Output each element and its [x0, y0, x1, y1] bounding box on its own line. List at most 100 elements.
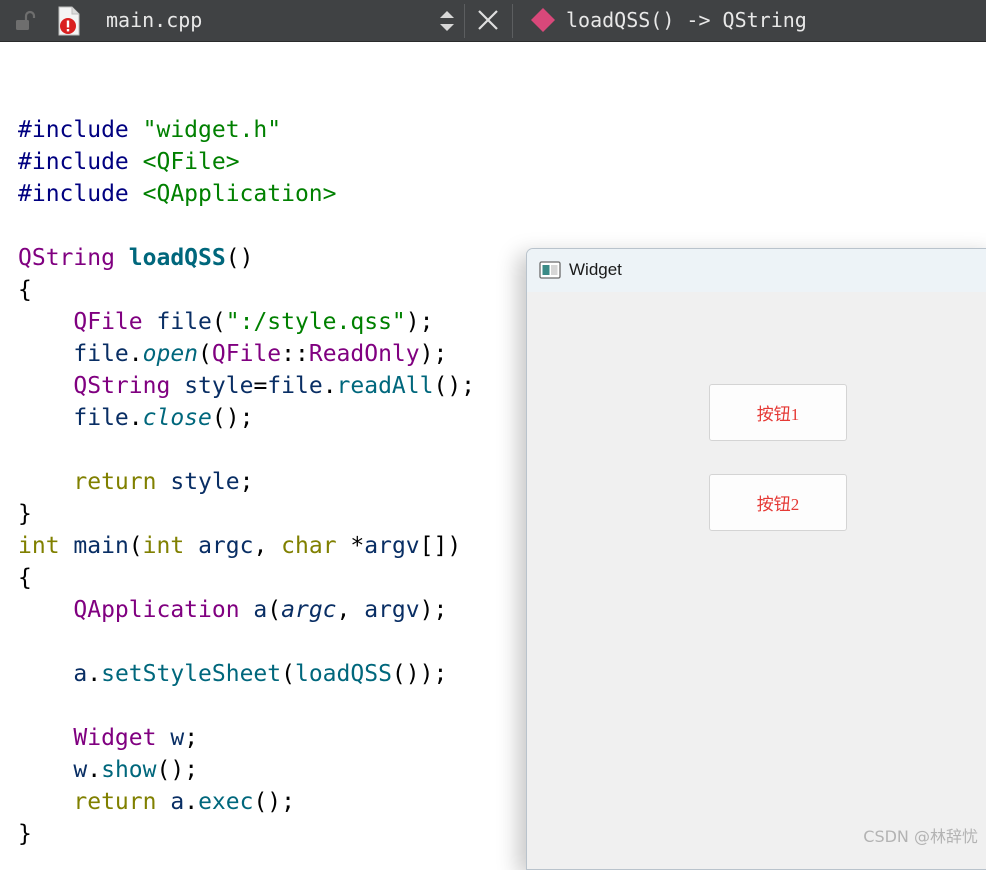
code-line: ​: [18, 690, 475, 722]
code-token: .: [128, 405, 143, 431]
close-icon[interactable]: [477, 9, 499, 31]
code-token: show: [101, 757, 157, 783]
code-token: char: [281, 533, 337, 559]
code-token: ();: [211, 405, 254, 431]
code-line: w.show();: [18, 754, 475, 786]
button-2[interactable]: 按钮2: [709, 474, 847, 531]
code-token: *: [336, 533, 365, 559]
code-token: return: [73, 789, 157, 815]
code-token: open: [142, 341, 199, 367]
code-token: QFile: [73, 309, 143, 335]
code-line: file.close();: [18, 402, 475, 434]
code-token: .: [87, 757, 102, 783]
code-line: Widget w;: [18, 722, 475, 754]
code-token: a: [253, 597, 268, 623]
code-token: (: [211, 309, 226, 335]
code-token: argv: [364, 597, 420, 623]
code-token: ();: [156, 757, 199, 783]
code-token: file: [156, 309, 212, 335]
code-token: #include: [18, 149, 143, 175]
watermark: CSDN @林辞忧: [863, 827, 978, 846]
code-token: file: [73, 405, 129, 431]
code-token: loadQSS: [128, 245, 226, 271]
code-token: exec: [198, 789, 254, 815]
code-line: file.open(QFile::ReadOnly);: [18, 338, 475, 370]
code-token: readAll: [336, 373, 434, 399]
code-token: (: [281, 661, 295, 687]
code-token: .: [322, 373, 337, 399]
code-token: }: [18, 501, 32, 527]
code-line: #include <QFile>: [18, 146, 475, 178]
code-token: loadQSS: [294, 661, 392, 687]
code-token: <QApplication>: [142, 181, 337, 207]
code-line: QFile file(":/style.qss");: [18, 306, 475, 338]
code-token: file: [73, 341, 129, 367]
code-token: ,: [253, 533, 282, 559]
code-token: ":/style.qss": [225, 309, 406, 335]
code-token: a: [170, 789, 185, 815]
code-token: style: [170, 469, 240, 495]
button-1[interactable]: 按钮1: [709, 384, 847, 441]
code-line: ​: [18, 210, 475, 242]
code-token: );: [419, 341, 448, 367]
toolbar-separator: [464, 4, 465, 38]
code-token: ();: [253, 789, 295, 815]
code-token: ReadOnly: [308, 341, 420, 367]
code-token: QString: [18, 245, 115, 271]
code-token: a: [73, 661, 88, 687]
code-token: QString: [73, 373, 171, 399]
code-token: (: [128, 533, 143, 559]
code-line: #include <QApplication>: [18, 178, 475, 210]
updown-arrows-icon[interactable]: [438, 8, 456, 34]
code-token: #include: [18, 181, 143, 207]
code-token: ());: [391, 661, 448, 687]
code-editor[interactable]: ​#include "widget.h"#include <QFile>#inc…: [18, 82, 475, 850]
code-token: {: [18, 277, 32, 303]
app-window-icon: [539, 261, 561, 279]
code-token: QApplication: [73, 597, 240, 623]
code-line: QString loadQSS(): [18, 242, 475, 274]
code-token: ;: [239, 469, 254, 495]
code-token: (: [198, 341, 212, 367]
window-titlebar[interactable]: Widget: [527, 249, 986, 292]
code-line: {: [18, 562, 475, 594]
code-token: main: [73, 533, 129, 559]
code-token: }: [18, 821, 32, 847]
code-token: w: [170, 725, 185, 751]
code-line: ​: [18, 626, 475, 658]
code-token: ,: [336, 597, 365, 623]
code-token: int: [18, 533, 60, 559]
code-token: (): [225, 245, 254, 271]
code-line: ​: [18, 434, 475, 466]
code-token: <QFile>: [142, 149, 240, 175]
current-function-selector[interactable]: loadQSS() -> QString: [566, 8, 807, 32]
code-line: }: [18, 818, 475, 850]
current-file-name[interactable]: main.cpp: [106, 8, 202, 32]
code-token: argc: [281, 597, 337, 623]
lock-icon[interactable]: [14, 10, 36, 32]
code-token: setStyleSheet: [101, 661, 282, 687]
code-token: ();: [433, 373, 476, 399]
widget-window: Widget 按钮1 按钮2: [526, 248, 986, 870]
window-title: Widget: [569, 260, 622, 279]
code-token: "widget.h": [142, 117, 282, 143]
function-diamond-icon: [530, 7, 556, 33]
code-token: (: [267, 597, 282, 623]
code-token: style: [184, 373, 254, 399]
code-line: #include "widget.h": [18, 114, 475, 146]
code-token: return: [73, 469, 157, 495]
code-line: return style;: [18, 466, 475, 498]
code-token: file: [267, 373, 323, 399]
